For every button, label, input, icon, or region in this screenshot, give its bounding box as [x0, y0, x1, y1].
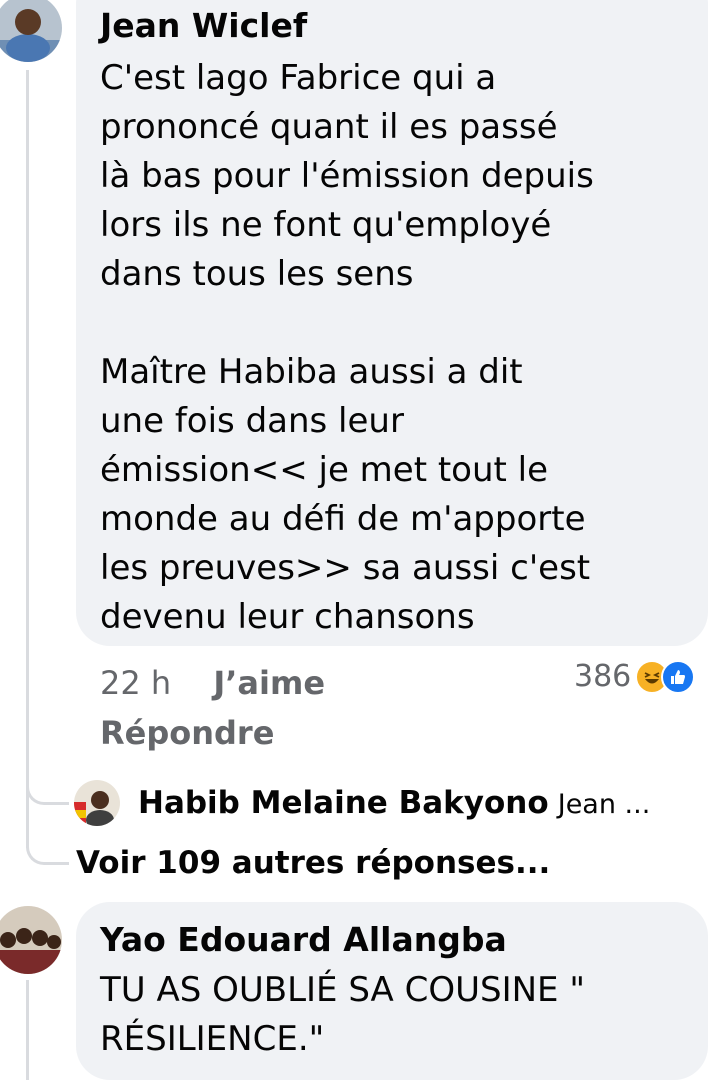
thread-line-main — [26, 70, 29, 848]
comment-author[interactable]: Jean Wiclef — [100, 6, 307, 45]
reply-button[interactable]: Répondre — [100, 714, 274, 752]
avatar[interactable] — [0, 906, 62, 974]
text-line: TU AS OUBLIÉ SA COUSINE " — [100, 970, 585, 1010]
text-line: C'est lago Fabrice qui a — [100, 58, 497, 98]
text-line: là bas pour l'émission depuis — [100, 156, 594, 196]
comment-time[interactable]: 22 h — [100, 664, 171, 702]
text-line: RÉSILIENCE." — [100, 1019, 325, 1059]
text-line: émission<< je met tout le — [100, 450, 549, 490]
reply-avatar[interactable] — [74, 780, 120, 826]
reaction-count: 386 — [574, 659, 632, 694]
text-line: une fois dans leur — [100, 401, 404, 441]
text-line: prononcé quant il es passé — [100, 107, 558, 147]
thread-connector-reply — [26, 780, 69, 805]
comment-text: C'est lago Fabrice qui a prononcé quant … — [100, 54, 594, 642]
text-line: dans tous les sens — [100, 254, 414, 294]
user-photo-icon — [0, 906, 62, 974]
comment-meta: 22 h J’aime — [100, 664, 325, 702]
reply-preview[interactable]: Habib Melaine Bakyono Jean ... — [138, 785, 650, 821]
view-more-replies-link[interactable]: Voir 109 autres réponses... — [76, 845, 550, 881]
text-line: lors ils ne font qu'employé — [100, 205, 552, 245]
text-line: monde au défi de m'apporte — [100, 499, 586, 539]
text-line: Maître Habiba aussi a dit — [100, 352, 523, 392]
like-button[interactable]: J’aime — [213, 664, 325, 702]
reply-author[interactable]: Habib Melaine Bakyono — [138, 785, 549, 821]
reactions-summary[interactable]: 386 — [574, 659, 696, 694]
comment-author[interactable]: Yao Edouard Allangba — [100, 920, 507, 959]
text-line: devenu leur chansons — [100, 597, 475, 637]
thread-line-comment2 — [26, 980, 29, 1080]
text-line: les preuves>> sa aussi c'est — [100, 548, 591, 588]
user-photo-icon — [0, 0, 62, 62]
avatar[interactable] — [0, 0, 62, 62]
user-photo-icon — [74, 780, 120, 826]
comment-text: TU AS OUBLIÉ SA COUSINE " RÉSILIENCE." — [100, 966, 585, 1064]
like-icon — [661, 659, 696, 694]
reply-snippet: Jean ... — [557, 789, 651, 820]
thread-connector-more — [26, 840, 69, 865]
